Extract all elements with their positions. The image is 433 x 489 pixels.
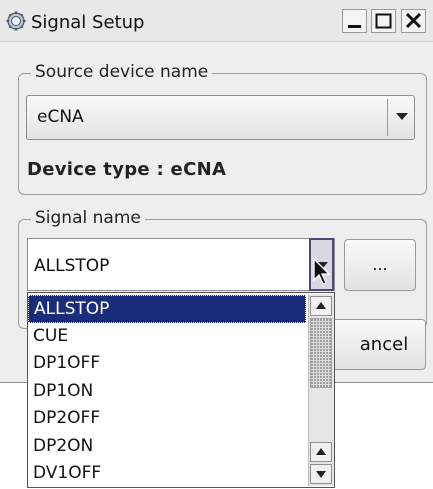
signal-option[interactable]: ALLSTOP [28,295,306,323]
chevron-down-icon[interactable] [396,113,408,120]
gear-icon[interactable] [6,11,26,31]
browse-button[interactable]: ... [344,239,416,291]
arrow-up-icon [316,448,326,455]
signal-option[interactable]: DP2OFF [28,405,306,433]
scroll-up-button-lower[interactable] [310,442,332,462]
maximize-button[interactable] [371,9,396,33]
minimize-button[interactable] [342,9,367,33]
signal-dropdown-list[interactable]: ALLSTOP CUE DP1OFF DP1ON DP2OFF DP2ON DV1OFF [27,292,335,488]
source-device-select[interactable]: eCNA [26,95,415,140]
combo-separator [387,99,388,136]
signal-option[interactable]: DP1OFF [28,350,306,378]
signal-name-value: ALLSTOP [34,256,110,276]
mouse-pointer-icon [313,258,331,285]
source-device-value: eCNA [37,107,84,127]
scroll-thumb[interactable] [310,318,332,388]
signal-option[interactable]: DP1ON [28,378,306,406]
signal-option[interactable]: CUE [28,323,306,351]
signal-name-legend: Signal name [31,208,145,228]
close-button[interactable] [401,9,426,33]
arrow-up-icon [316,302,326,309]
signal-options: ALLSTOP CUE DP1OFF DP1ON DP2OFF DP2ON DV1OFF [28,295,306,487]
scroll-up-button[interactable] [310,296,332,316]
browse-label: ... [372,255,388,274]
scrollbar[interactable] [308,294,334,486]
arrow-down-icon [316,471,326,478]
device-type-label: Device type : eCNA [27,159,227,180]
scroll-down-button[interactable] [310,464,332,484]
window-title: Signal Setup [31,12,145,33]
title-bar[interactable]: Signal Setup [0,0,433,42]
signal-option[interactable]: DP2ON [28,433,306,461]
source-device-legend: Source device name [31,62,213,82]
signal-option[interactable]: DV1OFF [28,460,306,487]
signal-name-combo[interactable]: ALLSTOP [27,238,335,291]
